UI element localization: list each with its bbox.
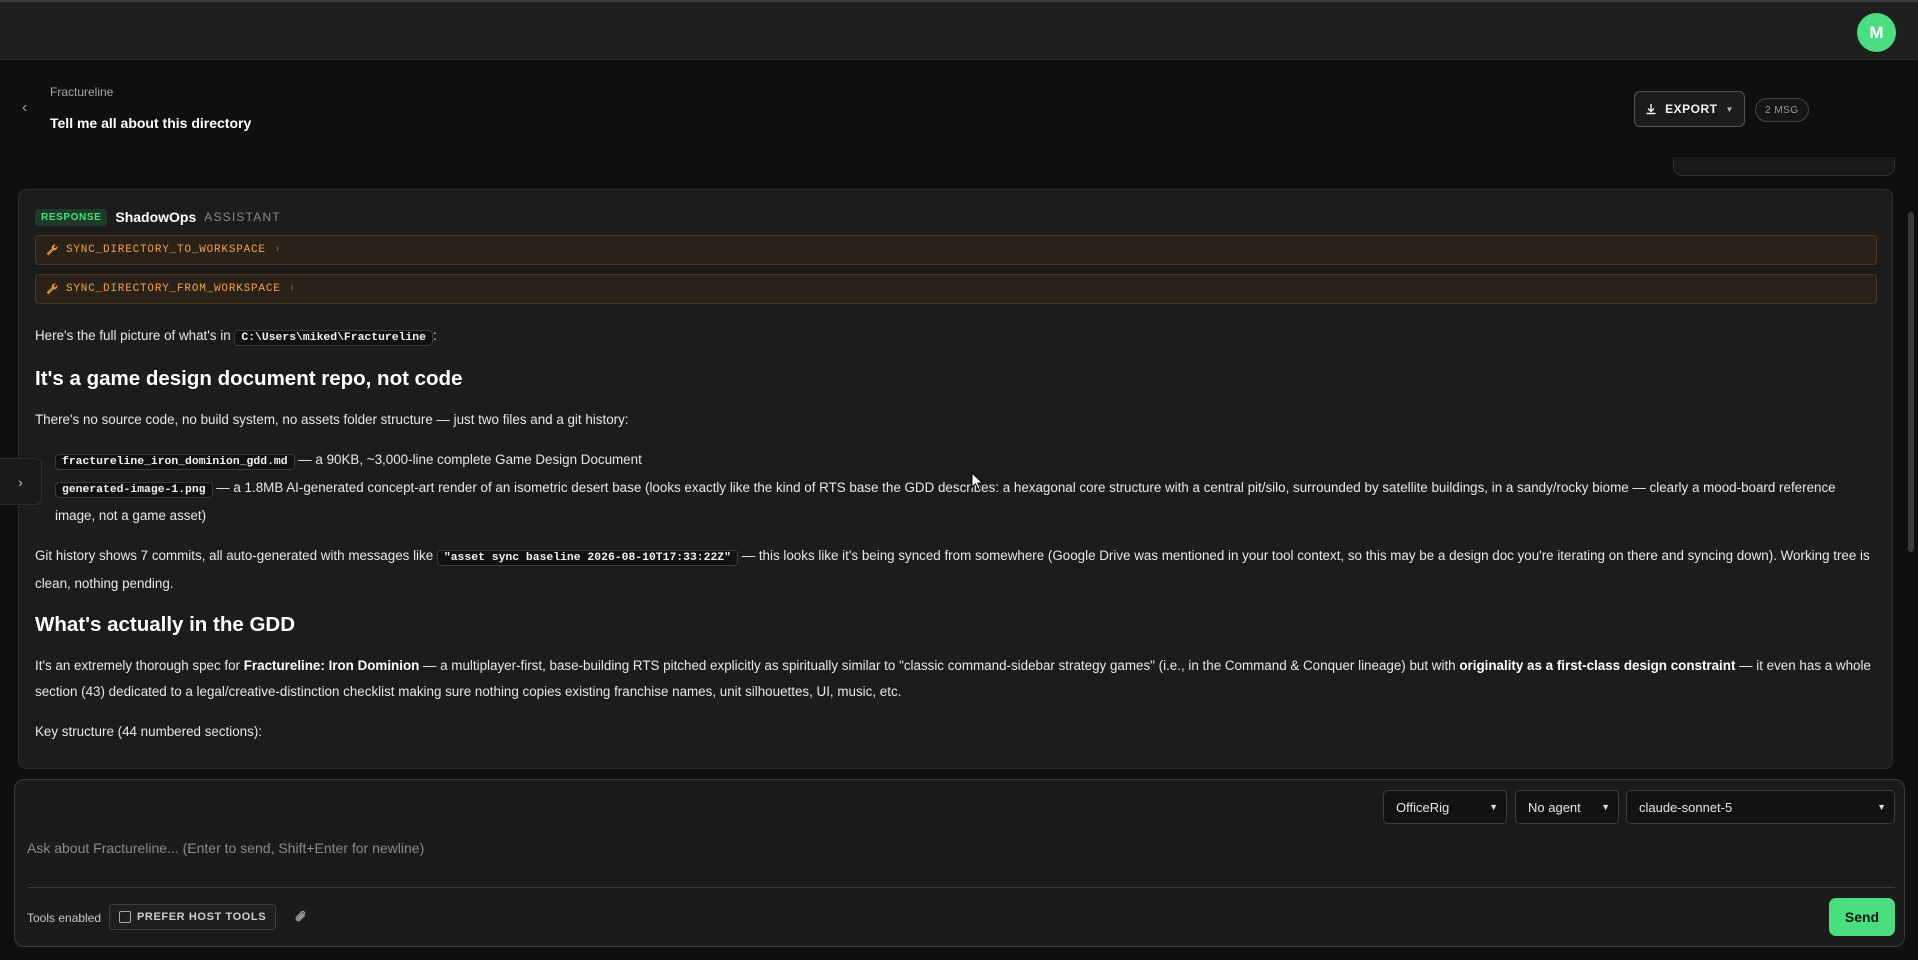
model-select-value: claude-sonnet-5 <box>1639 799 1733 815</box>
gdd-paragraph: It's an extremely thorough spec for Frac… <box>35 653 1877 705</box>
chevron-right-icon: › <box>288 283 297 295</box>
tool-call-name: SYNC_DIRECTORY_FROM_WORKSPACE <box>66 283 281 295</box>
message-body: Here's the full picture of what's in C:\… <box>35 323 1877 745</box>
scrollbar-thumb[interactable] <box>1908 212 1914 552</box>
paperclip-icon[interactable] <box>291 907 311 927</box>
files-intro: There's no source code, no build system,… <box>35 412 629 427</box>
project-name: Fractureline <box>50 85 114 99</box>
wrench-icon <box>46 283 58 295</box>
mouse-pointer-icon <box>971 472 984 491</box>
agent-name: ShadowOps <box>115 209 197 225</box>
top-bar: M <box>0 0 1918 60</box>
assistant-message-card: RESPONSE ShadowOps ASSISTANT SYNC_DIRECT… <box>18 189 1893 769</box>
agent-select-value: No agent <box>1528 799 1581 815</box>
message-input[interactable]: Ask about Fractureline... (Enter to send… <box>27 832 1895 864</box>
chevron-right-icon: › <box>273 244 282 256</box>
list-item: generated-image-1.png — a 1.8MB AI-gener… <box>35 475 1877 529</box>
caret-down-icon: ▼ <box>1725 104 1734 114</box>
game-title: Fractureline: Iron Dominion <box>243 658 420 673</box>
chevron-down-icon: ▼ <box>1601 802 1610 812</box>
previous-message-edge <box>1673 157 1895 176</box>
heading-repo-type: It's a game design document repo, not co… <box>35 367 463 390</box>
directory-path: C:\Users\miked\Fractureline <box>234 330 433 346</box>
send-button[interactable]: Send <box>1829 898 1895 936</box>
file-name: fractureline_iron_dominion_gdd.md <box>55 454 295 470</box>
sidebar-toggle-button[interactable]: › <box>0 458 42 505</box>
file-name: generated-image-1.png <box>55 482 213 498</box>
key-structure: Key structure (44 numbered sections): <box>35 724 263 739</box>
export-button[interactable]: EXPORT ▼ <box>1634 91 1745 127</box>
host-select-value: OfficeRig <box>1396 799 1450 815</box>
wrench-icon <box>46 244 58 256</box>
conversation-title: Tell me all about this directory <box>50 115 252 131</box>
list-item: fractureline_iron_dominion_gdd.md — a 90… <box>35 447 1877 475</box>
tool-call-sync-from-workspace[interactable]: SYNC_DIRECTORY_FROM_WORKSPACE › <box>35 274 1877 304</box>
file-description: — a 90KB, ~3,000-line complete Game Desi… <box>294 452 642 467</box>
intro-paragraph: Here's the full picture of what's in C:\… <box>35 323 1877 351</box>
download-icon <box>1646 104 1656 115</box>
conversation-header: ‹ Fractureline Tell me all about this di… <box>0 61 1918 164</box>
model-select[interactable]: claude-sonnet-5 ▼ <box>1626 790 1895 824</box>
heading-gdd: What's actually in the GDD <box>35 613 296 636</box>
intro-suffix: : <box>432 328 437 343</box>
chevron-down-icon: ▼ <box>1877 802 1886 812</box>
file-list: fractureline_iron_dominion_gdd.md — a 90… <box>35 447 1877 529</box>
commit-message: "asset sync baseline 2026-08-10T17:33:22… <box>436 550 738 566</box>
message-composer: OfficeRig ▼ No agent ▼ claude-sonnet-5 ▼… <box>14 779 1905 947</box>
prefer-host-tools-label: PREFER HOST TOOLS <box>137 911 267 923</box>
prefer-host-tools-toggle[interactable]: PREFER HOST TOOLS <box>109 904 277 930</box>
gdd-middle: — a multiplayer-first, base-building RTS… <box>419 658 1460 673</box>
chevron-down-icon: ▼ <box>1489 802 1498 812</box>
chevron-left-icon[interactable]: ‹ <box>22 99 27 117</box>
export-label: EXPORT <box>1665 102 1718 116</box>
host-select[interactable]: OfficeRig ▼ <box>1383 790 1507 824</box>
prefer-host-tools-checkbox[interactable] <box>119 911 131 923</box>
message-count-badge: 2 MSG <box>1755 98 1809 122</box>
response-badge: RESPONSE <box>35 208 108 226</box>
tools-enabled-label: Tools enabled <box>27 911 102 925</box>
tool-call-sync-to-workspace[interactable]: SYNC_DIRECTORY_TO_WORKSPACE › <box>35 235 1877 265</box>
intro-text: Here's the full picture of what's in <box>35 328 235 343</box>
composer-divider <box>27 887 1895 888</box>
agent-role: ASSISTANT <box>204 210 281 224</box>
gdd-prefix: It's an extremely thorough spec for <box>35 658 244 673</box>
file-description: — a 1.8MB AI-generated concept-art rende… <box>55 480 1836 523</box>
tool-call-name: SYNC_DIRECTORY_TO_WORKSPACE <box>66 244 266 256</box>
originality-emphasis: originality as a first-class design cons… <box>1459 658 1736 673</box>
agent-select[interactable]: No agent ▼ <box>1515 790 1619 824</box>
git-prefix: Git history shows 7 commits, all auto-ge… <box>35 548 437 563</box>
chevron-right-icon: › <box>18 473 23 490</box>
git-history-paragraph: Git history shows 7 commits, all auto-ge… <box>35 543 1877 597</box>
message-header: RESPONSE ShadowOps ASSISTANT <box>35 205 1892 229</box>
user-avatar[interactable]: M <box>1857 13 1896 52</box>
